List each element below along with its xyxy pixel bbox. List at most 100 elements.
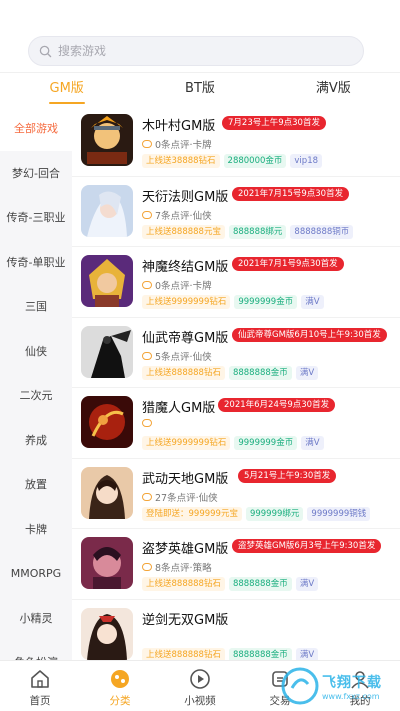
game-meta: 7条点评·仙侠 — [142, 208, 212, 222]
watermark-logo-icon — [281, 667, 319, 705]
sidebar-item-mmorpg[interactable]: MMORPG — [0, 551, 72, 596]
bonus-tag: 登陆即送：999999元宝 — [142, 506, 242, 521]
search-input[interactable] — [58, 44, 318, 58]
comment-icon — [142, 492, 152, 501]
sidebar-item-idle[interactable]: 放置 — [0, 462, 72, 507]
comment-icon — [142, 563, 152, 571]
bonus-tag: 上线送38888钻石 — [142, 154, 220, 168]
vip-tag: 满V — [295, 647, 319, 660]
comment-icon — [142, 281, 152, 289]
review-count-genre: 7条点评·仙侠 — [155, 210, 212, 222]
sidebar-item-legend-single[interactable]: 传奇-单职业 — [0, 240, 72, 285]
game-thumbnail — [81, 114, 133, 166]
game-thumbnail — [81, 537, 133, 589]
game-meta: 8条点评·策略 — [142, 560, 212, 574]
release-date-badge: 2021年6月24号9点30首发 — [218, 398, 336, 412]
game-row[interactable]: 仙武帝尊GM版 仙武帝尊GM版6月10号上午9:30首发 5条点评·仙侠 上线送… — [72, 318, 400, 388]
sidebar-item-little-elf[interactable]: 小精灵 — [0, 596, 72, 641]
sidebar-item-xianxia[interactable]: 仙侠 — [0, 329, 72, 374]
sidebar-item-fantasy-turn[interactable]: 梦幻-回合 — [0, 151, 72, 196]
play-icon — [188, 667, 212, 691]
release-date-badge: 7月23号上午9点30首发 — [222, 116, 326, 130]
comment-icon — [142, 351, 152, 360]
game-row[interactable]: 天衍法则GM版 2021年7月15号9点30首发 7条点评·仙侠 上线送8888… — [72, 177, 400, 247]
game-name: 逆剑无双GM版 — [142, 612, 229, 628]
game-tags: 登陆即送：999999元宝 999999绑元 9999999铜钱 — [142, 506, 371, 521]
vip-tag: 满V — [301, 436, 324, 450]
nav-home[interactable]: 首页 — [0, 661, 80, 711]
bonus-tag: 上线送9999999钻石 — [142, 436, 231, 450]
sidebar-item-all-games[interactable]: 全部游戏 — [0, 106, 72, 151]
vip-tag: 满V — [295, 365, 319, 380]
sidebar-item-rpg[interactable]: 角色扮演 — [0, 640, 72, 660]
game-name: 武动天地GM版 — [142, 471, 229, 487]
bonus-tag: 上线送9999999钻石 — [142, 295, 231, 309]
review-count-genre: 5条点评·仙侠 — [155, 351, 212, 363]
tab-gm[interactable]: GM版 — [0, 73, 133, 106]
category-sidebar: 全部游戏 梦幻-回合 传奇-三职业 传奇-单职业 三国 仙侠 二次元 养成 放置… — [0, 106, 72, 660]
game-name: 猎魔人GM版 — [142, 401, 216, 416]
game-thumbnail — [81, 255, 133, 307]
tab-bt[interactable]: BT版 — [133, 73, 266, 106]
review-count-genre: 8条点评·策略 — [155, 563, 212, 574]
game-thumbnail — [81, 184, 133, 237]
vip-tag: 满V — [301, 295, 324, 309]
game-meta: 5条点评·仙侠 — [142, 349, 212, 363]
game-tags: 上线送9999999钻石 9999999金币 满V — [142, 436, 324, 450]
tab-full-v[interactable]: 满V版 — [267, 73, 400, 106]
game-row[interactable]: 逆剑无双GM版 上线送888888钻石 8888888金币 满V — [72, 600, 400, 660]
game-row[interactable]: 武动天地GM版 5月21号上午9:30首发 27条点评·仙侠 登陆即送：9999… — [72, 459, 400, 529]
sidebar-item-nurture[interactable]: 养成 — [0, 418, 72, 463]
watermark: 飞翔下载 www.fxxz.com — [278, 662, 400, 711]
currency-tag: 8888888铜币 — [290, 224, 354, 239]
game-name: 盗梦英雄GM版 — [142, 542, 229, 557]
currency-tag: 8888888金币 — [228, 577, 292, 591]
search-box[interactable] — [28, 36, 364, 66]
game-name: 木叶村GM版 — [142, 119, 216, 134]
game-row[interactable]: 盗梦英雄GM版 盗梦英雄GM版6月3号上午9:30首发 8条点评·策略 上线送8… — [72, 529, 400, 600]
game-tags: 上线送9999999钻石 9999999金币 满V — [142, 295, 324, 309]
comment-icon — [142, 210, 152, 219]
vip-tag: 满V — [295, 577, 319, 591]
game-list: 木叶村GM版 7月23号上午9点30首发 0条点评·卡牌 上线送38888钻石 … — [72, 106, 400, 660]
category-icon — [108, 667, 132, 691]
game-row[interactable]: 木叶村GM版 7月23号上午9点30首发 0条点评·卡牌 上线送38888钻石 … — [72, 106, 400, 177]
bonus-tag: 上线送888888钻石 — [142, 647, 225, 660]
sidebar-item-legend-three[interactable]: 传奇-三职业 — [0, 195, 72, 240]
game-row[interactable]: 神魔终结GM版 2021年7月1号9点30首发 0条点评·卡牌 上线送99999… — [72, 247, 400, 318]
nav-category[interactable]: 分类 — [80, 661, 160, 711]
home-icon — [28, 667, 52, 691]
game-tags: 上线送888888钻石 8888888金币 满V — [142, 577, 319, 591]
comment-icon — [142, 419, 152, 427]
release-date-badge: 2021年7月15号9点30首发 — [232, 186, 350, 201]
sidebar-item-three-kingdoms[interactable]: 三国 — [0, 284, 72, 329]
game-meta: 0条点评·卡牌 — [142, 137, 212, 151]
release-date-badge: 盗梦英雄GM版6月3号上午9:30首发 — [232, 539, 382, 553]
bonus-tag: 上线送888888元宝 — [142, 224, 225, 239]
watermark-url: www.fxxz.com — [322, 692, 380, 701]
game-meta: 0条点评·卡牌 — [142, 278, 212, 292]
release-date-badge: 5月21号上午9:30首发 — [238, 468, 337, 483]
currency-tag: 999999绑元 — [245, 506, 304, 521]
game-thumbnail — [81, 607, 133, 660]
game-thumbnail — [81, 325, 133, 378]
release-date-badge: 仙武帝尊GM版6月10号上午9:30首发 — [232, 327, 387, 342]
sidebar-item-card[interactable]: 卡牌 — [0, 507, 72, 552]
game-thumbnail — [81, 466, 133, 519]
game-tags: 上线送888888元宝 888888绑元 8888888铜币 — [142, 224, 354, 239]
game-row[interactable]: 猎魔人GM版 2021年6月24号9点30首发 上线送9999999钻石 999… — [72, 388, 400, 459]
currency-tag: 888888绑元 — [228, 224, 287, 239]
bonus-tag: 上线送888888钻石 — [142, 577, 225, 591]
search-bar-area — [0, 0, 400, 72]
game-name: 仙武帝尊GM版 — [142, 330, 229, 346]
review-count-genre: 0条点评·卡牌 — [155, 281, 212, 292]
sidebar-item-anime[interactable]: 二次元 — [0, 373, 72, 418]
comment-icon — [142, 140, 152, 148]
game-name: 天衍法则GM版 — [142, 189, 229, 205]
nav-label: 分类 — [109, 695, 131, 707]
game-meta — [142, 419, 155, 427]
version-tabs: GM版 BT版 满V版 — [0, 72, 400, 106]
currency-tag: 8888888金币 — [228, 647, 292, 660]
review-count-genre: 27条点评·仙侠 — [155, 492, 218, 504]
nav-short-video[interactable]: 小视频 — [160, 661, 240, 711]
